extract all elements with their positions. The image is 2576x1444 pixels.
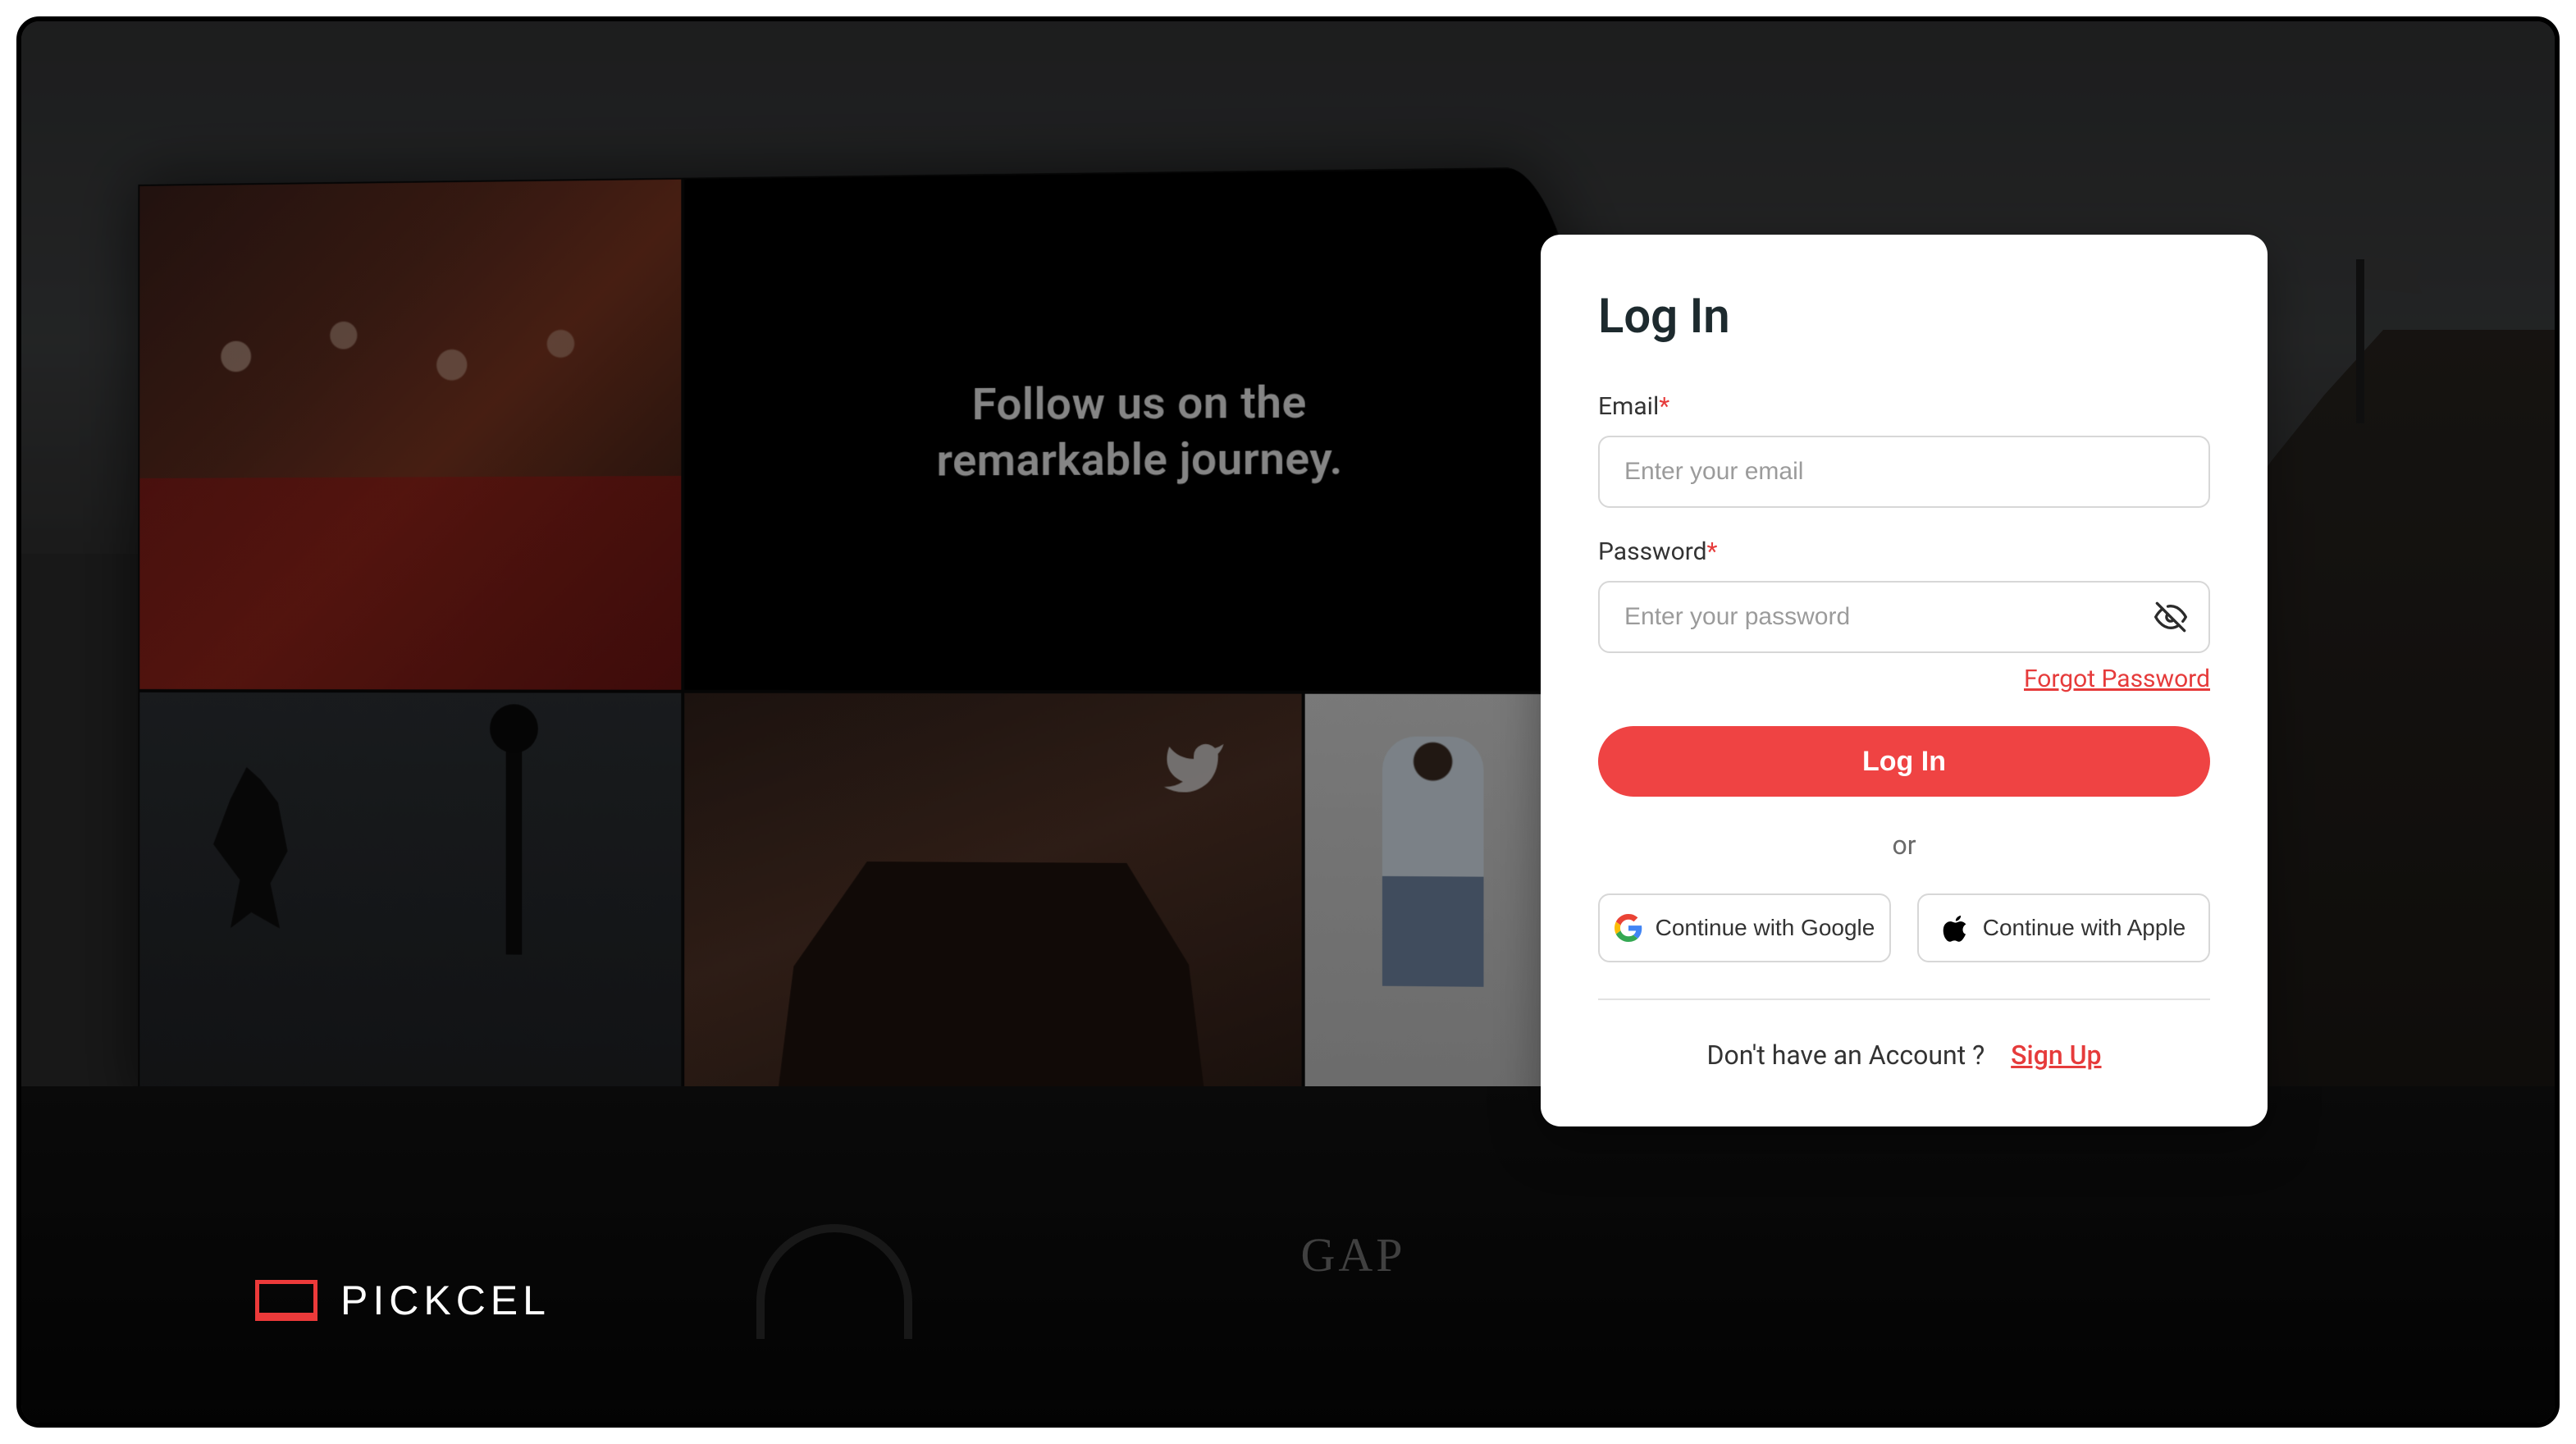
forgot-password-link[interactable]: Forgot Password <box>2024 665 2210 693</box>
card-divider <box>1598 998 2210 1000</box>
email-label-text: Email <box>1598 392 1659 421</box>
eye-off-icon <box>2154 601 2187 633</box>
toggle-password-visibility-button[interactable] <box>2153 599 2189 635</box>
password-label-text: Password <box>1598 537 1707 566</box>
login-card: Log In Email* Password* Fo <box>1541 235 2268 1126</box>
password-input[interactable] <box>1598 581 2210 653</box>
apple-button-label: Continue with Apple <box>1983 915 2186 941</box>
continue-with-apple-button[interactable]: Continue with Apple <box>1917 893 2210 962</box>
google-button-label: Continue with Google <box>1656 915 1875 941</box>
apple-icon <box>1942 914 1970 942</box>
signup-row: Don't have an Account ? Sign Up <box>1598 1040 2210 1071</box>
brand-name: PICKCEL <box>340 1277 550 1324</box>
email-field-group: Email* <box>1598 392 2210 508</box>
signup-link[interactable]: Sign Up <box>2011 1040 2101 1071</box>
google-icon <box>1615 914 1642 942</box>
login-title: Log In <box>1598 289 2210 345</box>
no-account-text: Don't have an Account ? <box>1706 1040 1985 1071</box>
or-divider-text: or <box>1598 829 2210 861</box>
required-mark: * <box>1659 392 1669 421</box>
forgot-password-row: Forgot Password <box>1598 665 2210 693</box>
password-input-wrap <box>1598 581 2210 653</box>
email-label: Email* <box>1598 392 2210 421</box>
password-field-group: Password* <box>1598 537 2210 653</box>
social-login-row: Continue with Google Continue with Apple <box>1598 893 2210 962</box>
brand-mark-icon <box>255 1280 317 1321</box>
brand-logo: PICKCEL <box>255 1277 550 1324</box>
login-submit-button[interactable]: Log In <box>1598 726 2210 797</box>
required-mark: * <box>1707 537 1718 566</box>
email-input[interactable] <box>1598 436 2210 508</box>
continue-with-google-button[interactable]: Continue with Google <box>1598 893 1891 962</box>
app-frame: Follow us on the remarkable journey. GAP <box>16 16 2560 1428</box>
password-label: Password* <box>1598 537 2210 566</box>
